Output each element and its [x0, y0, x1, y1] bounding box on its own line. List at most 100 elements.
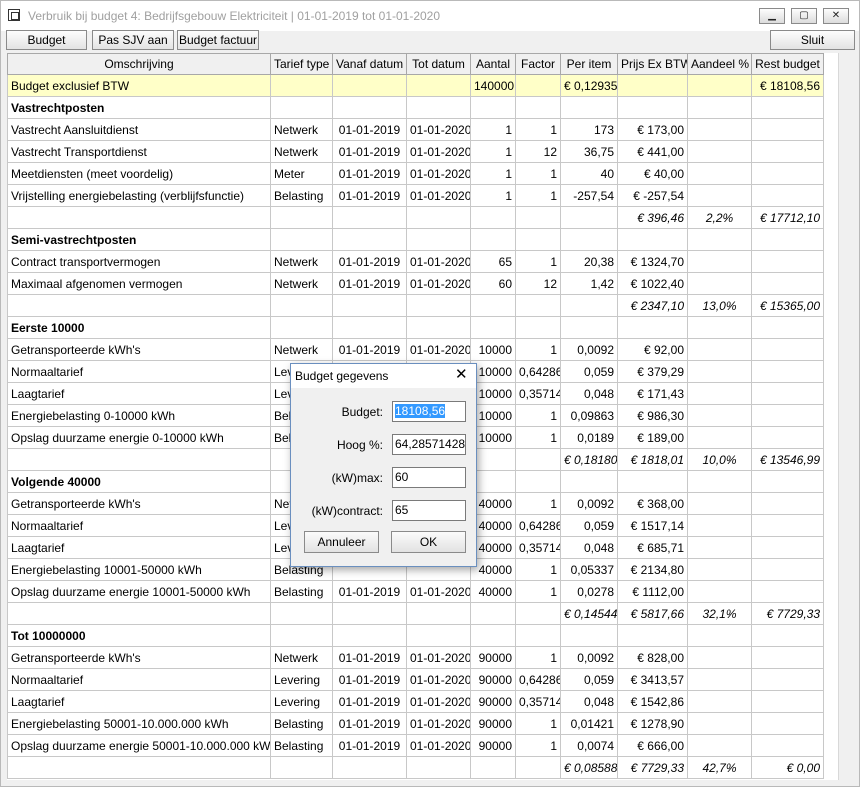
table-row[interactable]: Vastrecht Aansluitdienst Netwerk 01-01-201…: [7, 118, 824, 141]
table-row[interactable]: Energiebelasting 50001-10.000.000 kWh Bel…: [7, 712, 824, 735]
budget-factuur-button[interactable]: Budget factuur: [177, 30, 259, 50]
column-header[interactable]: Factor: [515, 53, 561, 75]
annuleer-button[interactable]: Annuleer: [304, 531, 379, 553]
kwmax-input[interactable]: 60: [392, 467, 466, 488]
pas-sjv-aan-button[interactable]: Pas SJV aan: [92, 30, 174, 50]
table-row[interactable]: Tot 10000000: [7, 624, 824, 647]
table-row[interactable]: Contract transportvermogen Netwerk 01-01-2…: [7, 250, 824, 273]
table-header: Omschrijving Tarief type Vanaf datum Tot da…: [7, 53, 824, 75]
table-cell: [332, 756, 407, 779]
table-cell: 0,048: [560, 382, 618, 405]
table-cell: [406, 602, 471, 625]
table-cell: [617, 74, 688, 97]
table-row[interactable]: Maximaal afgenomen vermogen Netwerk 01-01-…: [7, 272, 824, 295]
table-cell: 01-01-2020: [406, 580, 471, 603]
table-cell: 1: [515, 558, 561, 581]
table-cell: 90000: [470, 690, 516, 713]
table-row[interactable]: Normaaltarief Levering 01-01-2019 01-01-202…: [7, 668, 824, 691]
table-cell: 36,75: [560, 140, 618, 163]
table-cell: 1: [515, 734, 561, 757]
table-row[interactable]: € 2347,10 13,0% € 15365,00: [7, 294, 824, 317]
table-cell: [406, 228, 471, 251]
table-row[interactable]: Getransporteerde kWh's Netwerk 01-01-2019 0…: [7, 338, 824, 361]
table-cell: [751, 426, 824, 449]
table-cell: 10000: [470, 338, 516, 361]
table-row[interactable]: Opslag duurzame energie 10001-50000 kWh B…: [7, 580, 824, 603]
table-row[interactable]: Vastrechtposten: [7, 96, 824, 119]
table-row[interactable]: Opslag duurzame energie 50001-10.000.000…: [7, 734, 824, 757]
table-cell: [751, 228, 824, 251]
table-row[interactable]: Vrijstelling energiebelasting (verblijfs…: [7, 184, 824, 207]
ok-button[interactable]: OK: [391, 531, 466, 553]
column-header[interactable]: Aandeel %: [687, 53, 752, 75]
kwcontract-label: (kW)contract:: [311, 504, 383, 518]
table-cell: [406, 96, 471, 119]
table-cell: [687, 624, 752, 647]
app-icon: [8, 9, 20, 21]
table-cell: 01-01-2019: [332, 580, 407, 603]
table-cell: [470, 316, 516, 339]
sluit-button[interactable]: Sluit: [770, 30, 855, 50]
table-cell: € 986,30: [617, 404, 688, 427]
hoog-input[interactable]: 64,285714285: [392, 434, 466, 455]
table-cell: Opslag duurzame energie 10001-50000 kWh: [7, 580, 271, 603]
table-cell: [270, 316, 333, 339]
table-cell: 01-01-2020: [406, 250, 471, 273]
table-cell: Tot 10000000: [7, 624, 271, 647]
table-cell: Levering: [270, 668, 333, 691]
column-header[interactable]: Tot datum: [406, 53, 471, 75]
vertical-scrollbar[interactable]: [838, 53, 855, 780]
table-cell: € 92,00: [617, 338, 688, 361]
kwcontract-input[interactable]: 65: [392, 500, 466, 521]
table-cell: [687, 74, 752, 97]
table-row[interactable]: Semi-vastrechtposten: [7, 228, 824, 251]
table-cell: 01-01-2020: [406, 338, 471, 361]
table-cell: [515, 470, 561, 493]
table-row[interactable]: Eerste 10000: [7, 316, 824, 339]
table-cell: [687, 580, 752, 603]
table-row[interactable]: Vastrecht Transportdienst Netwerk 01-01-20…: [7, 140, 824, 163]
table-cell: [687, 316, 752, 339]
kwmax-label: (kW)max:: [331, 471, 383, 485]
table-row[interactable]: Getransporteerde kWh's Netwerk 01-01-2019 0…: [7, 646, 824, 669]
table-cell: [751, 690, 824, 713]
column-header[interactable]: Vanaf datum: [332, 53, 407, 75]
table-row[interactable]: € 396,46 2,2% € 17712,10: [7, 206, 824, 229]
table-cell: € 17712,10: [751, 206, 824, 229]
column-header[interactable]: Aantal: [470, 53, 516, 75]
column-header[interactable]: Rest budget: [751, 53, 824, 75]
table-row[interactable]: Budget exclusief BTW 140000 € 0,12935 € 181…: [7, 74, 824, 97]
table-cell: [751, 316, 824, 339]
table-cell: [751, 536, 824, 559]
budget-input-value: 18108,56: [395, 404, 446, 418]
table-row[interactable]: Laagtarief Levering 01-01-2019 01-01-2020 90…: [7, 690, 824, 713]
table-cell: [751, 338, 824, 361]
table-row[interactable]: € 0,08588 € 7729,33 42,7% € 0,00: [7, 756, 824, 779]
column-header[interactable]: Per item: [560, 53, 618, 75]
budget-button[interactable]: Budget: [6, 30, 87, 50]
budget-input[interactable]: 18108,56: [392, 401, 466, 422]
column-header[interactable]: Omschrijving: [7, 53, 271, 75]
close-button[interactable]: ✕: [823, 8, 849, 24]
column-header[interactable]: Tarief type: [270, 53, 333, 75]
table-cell: [406, 74, 471, 97]
table-cell: Getransporteerde kWh's: [7, 338, 271, 361]
table-cell: € 1542,86: [617, 690, 688, 713]
table-cell: € 171,43: [617, 382, 688, 405]
table-cell: 0,0092: [560, 338, 618, 361]
table-cell: Netwerk: [270, 338, 333, 361]
table-cell: [406, 294, 471, 317]
table-cell: [687, 338, 752, 361]
table-row[interactable]: Meetdiensten (meet voordelig) Meter 01-01-…: [7, 162, 824, 185]
table-cell: Energiebelasting 50001-10.000.000 kWh: [7, 712, 271, 735]
table-cell: 01-01-2019: [332, 712, 407, 735]
dialog-close-icon[interactable]: ✕: [455, 367, 468, 383]
table-cell: 01-01-2020: [406, 118, 471, 141]
maximize-button[interactable]: ▢: [791, 8, 817, 24]
table-cell: 0,09863: [560, 404, 618, 427]
table-cell: [515, 96, 561, 119]
minimize-button[interactable]: ▁: [759, 8, 785, 24]
table-cell: Vrijstelling energiebelasting (verblijfs…: [7, 184, 271, 207]
table-row[interactable]: € 0,14544 € 5817,66 32,1% € 7729,33: [7, 602, 824, 625]
column-header[interactable]: Prijs Ex BTW: [617, 53, 688, 75]
